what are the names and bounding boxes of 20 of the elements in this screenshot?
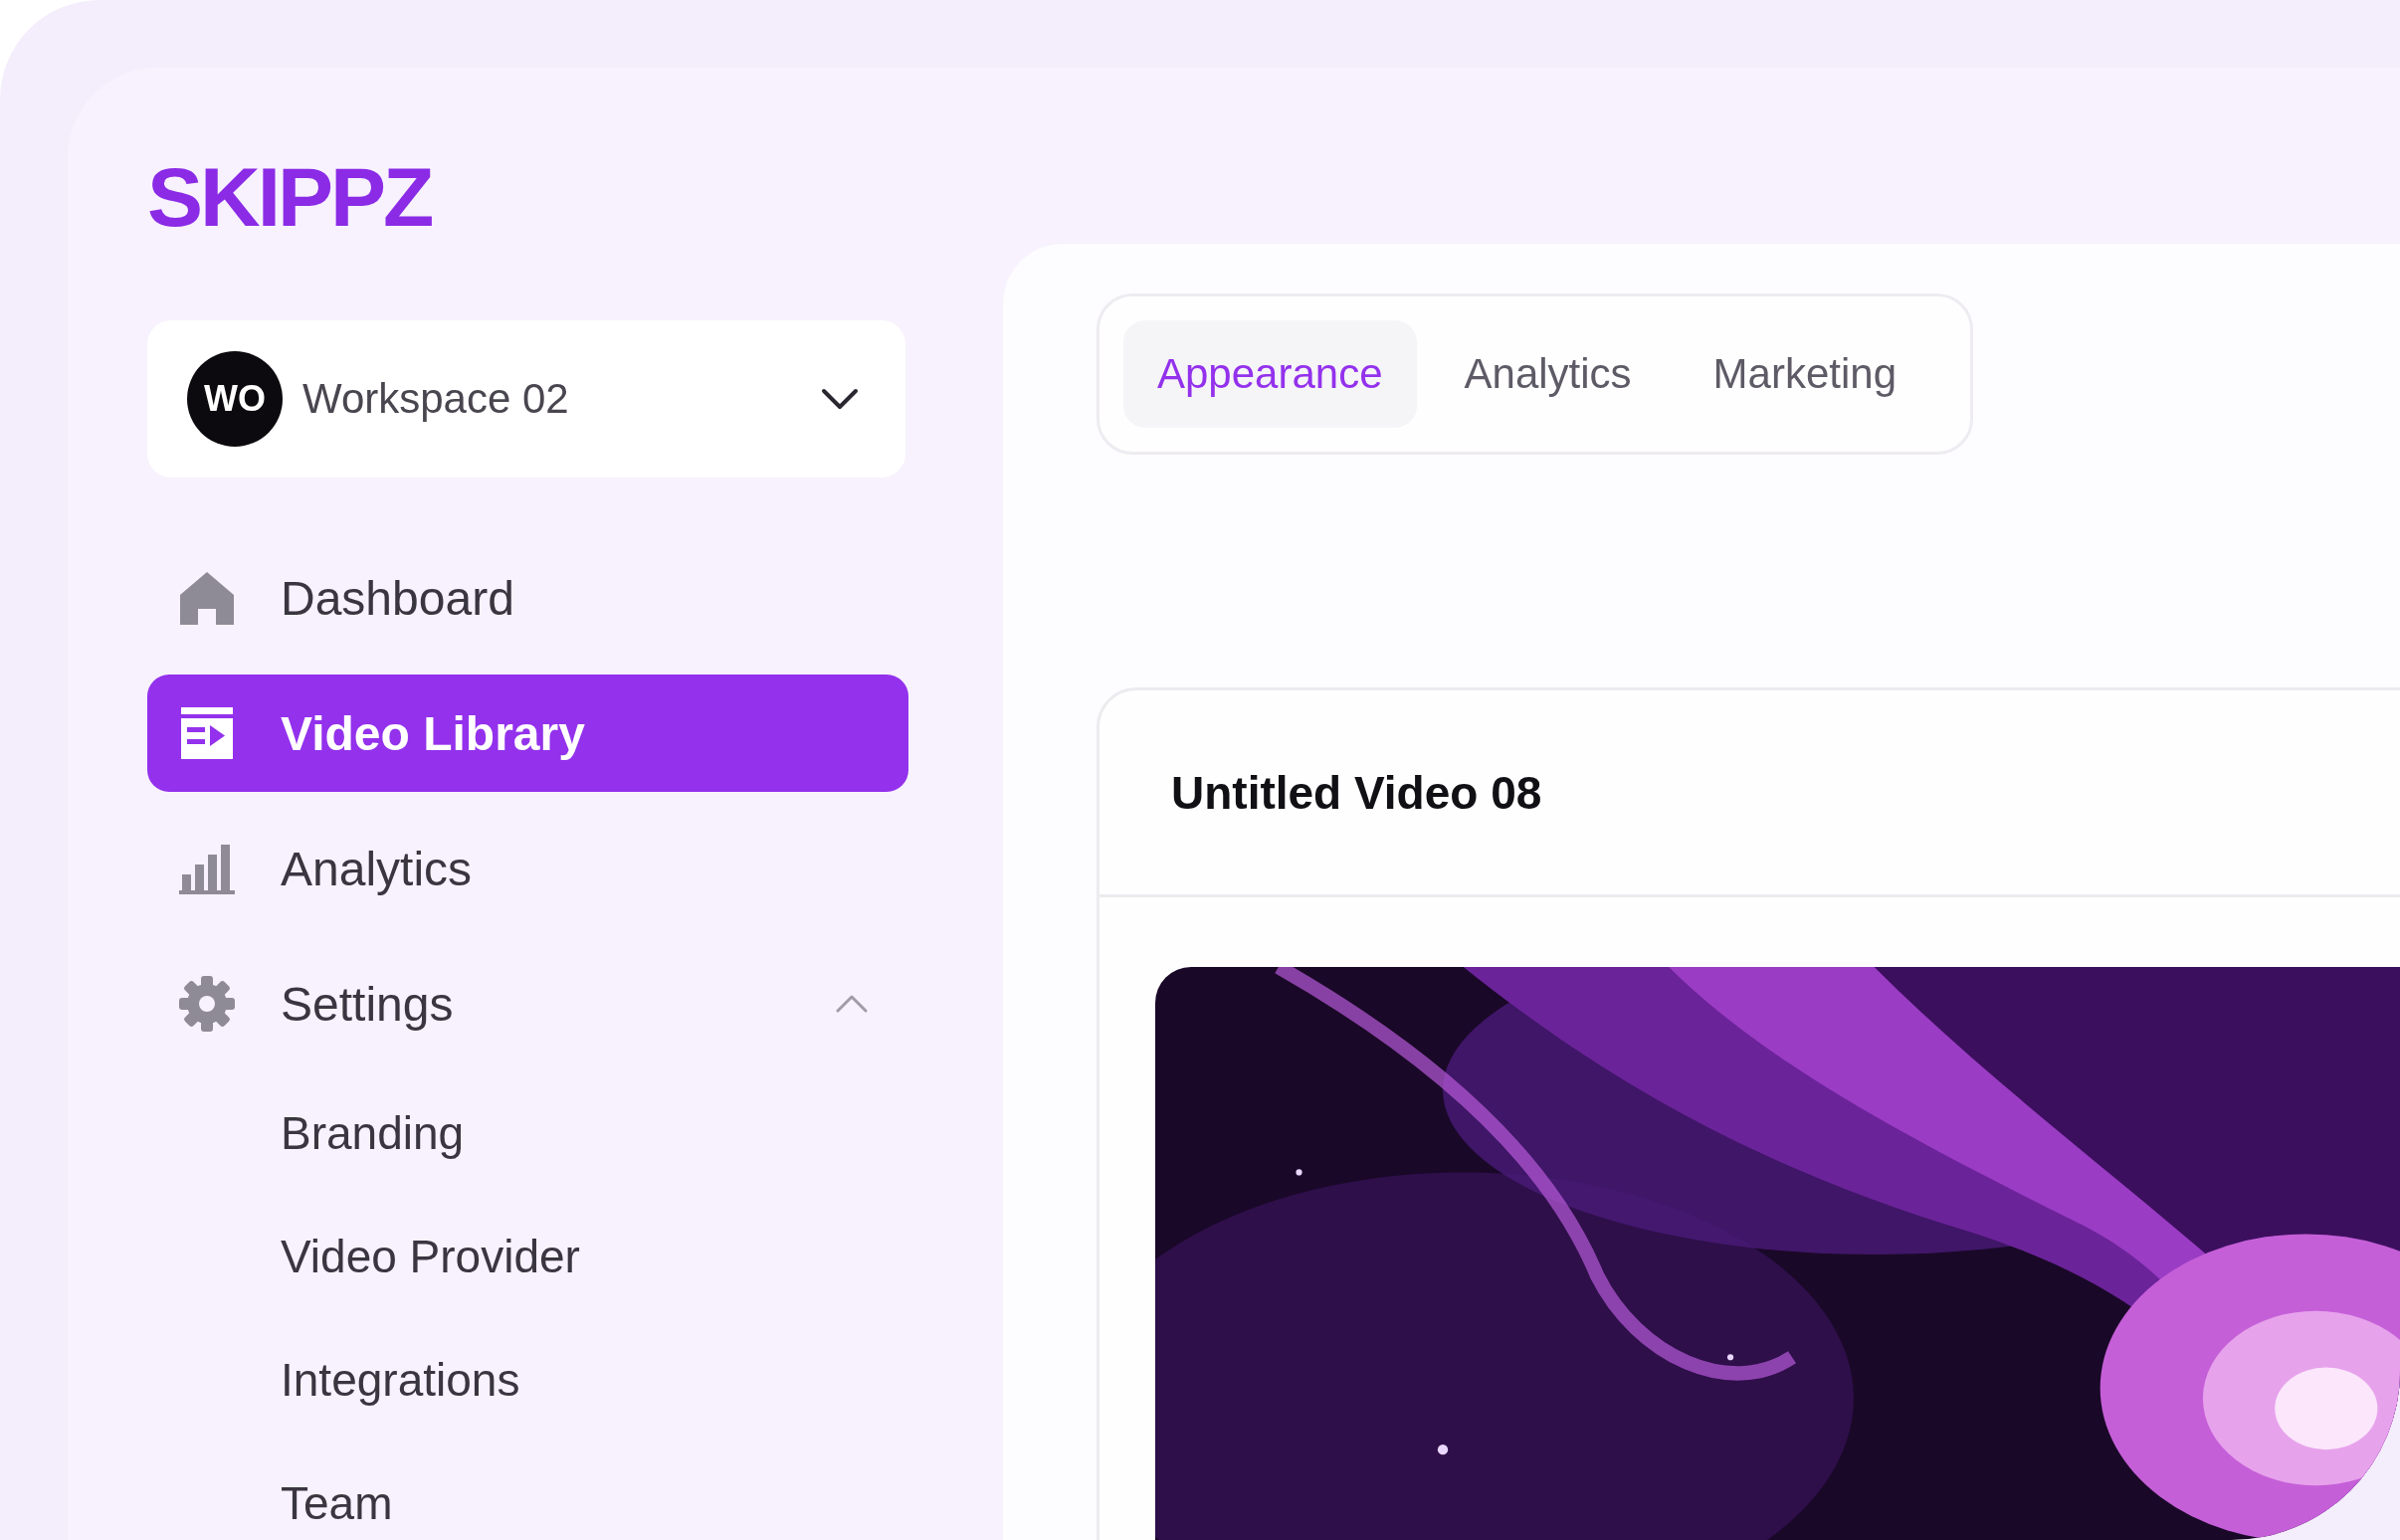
video-title: Untitled Video 08	[1171, 765, 1542, 820]
nav-subitem[interactable]: Integrations	[147, 1327, 908, 1433]
home-icon	[177, 569, 237, 627]
workspace-avatar: WO	[187, 351, 283, 447]
nav-subitem[interactable]: Team	[147, 1450, 908, 1540]
nav-item[interactable]: Settings	[147, 945, 908, 1062]
workspace-name: Workspace 02	[302, 375, 570, 423]
workspace-selector[interactable]: WO Workspace 02	[147, 320, 905, 478]
bar-chart-icon	[177, 843, 237, 894]
tab[interactable]: Marketing	[1679, 320, 1930, 428]
nav-item[interactable]: Dashboard	[147, 539, 908, 657]
nav-item[interactable]: Analytics	[147, 810, 908, 927]
logo: SKIPPZ	[147, 155, 432, 239]
nav-subitem[interactable]: Branding	[147, 1080, 908, 1186]
nav-item[interactable]: Video Library	[147, 674, 908, 792]
tab[interactable]: Appearance	[1123, 320, 1417, 428]
nav-subitem[interactable]: Video Provider	[147, 1204, 908, 1309]
settings-icon	[177, 974, 237, 1034]
tab[interactable]: Analytics	[1430, 320, 1666, 428]
chevron-down-icon	[820, 387, 860, 411]
